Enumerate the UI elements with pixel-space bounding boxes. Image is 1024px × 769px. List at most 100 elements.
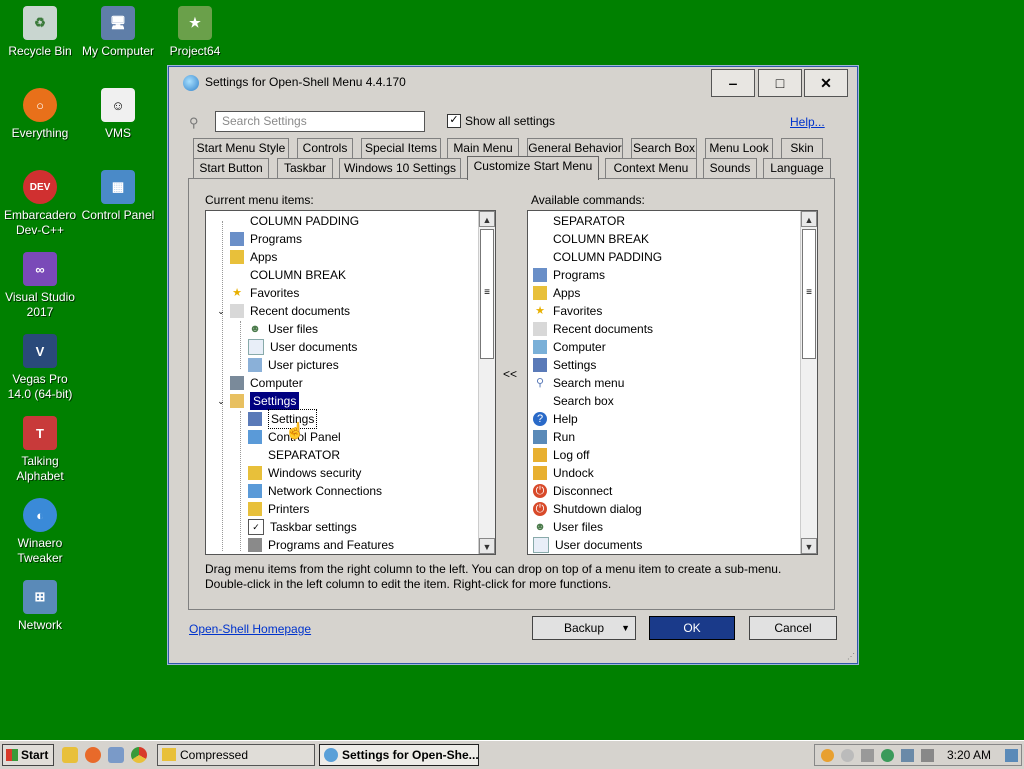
scrollbar[interactable]: ▲ ≡ ▼ — [800, 211, 817, 554]
tab-start-menu-style[interactable]: Start Menu Style — [193, 138, 289, 158]
list-item[interactable]: Programs and Features — [248, 536, 394, 554]
tab-skin[interactable]: Skin — [781, 138, 823, 158]
desktop-icon-vms[interactable]: ☺ VMS — [78, 88, 158, 141]
tab-context-menu[interactable]: Context Menu — [605, 158, 697, 178]
desktop-icon-everything[interactable]: ○ Everything — [0, 88, 80, 141]
desktop-icon-devcpp[interactable]: DEV Embarcadero Dev-C++ — [0, 170, 80, 238]
shield-icon[interactable] — [861, 749, 874, 762]
start-button[interactable]: Start — [2, 744, 54, 766]
desktop-icon-control-panel[interactable]: ▦ Control Panel — [78, 170, 158, 223]
list-item[interactable]: Recent documents — [533, 320, 653, 338]
tab-special-items[interactable]: Special Items — [361, 138, 441, 158]
scroll-up-button[interactable]: ▲ — [479, 211, 495, 227]
firefox-icon[interactable] — [85, 747, 101, 763]
show-all-checkbox[interactable]: ✓ — [447, 114, 461, 128]
network-icon[interactable] — [901, 749, 914, 762]
cancel-button[interactable]: Cancel — [749, 616, 837, 640]
list-item[interactable]: User documents — [248, 338, 357, 356]
search-icon[interactable] — [821, 749, 834, 762]
scroll-thumb[interactable]: ≡ — [480, 229, 494, 359]
list-item[interactable]: ☻ User files — [533, 518, 603, 536]
taskbar-item-settings[interactable]: Settings for Open-She... — [319, 744, 479, 766]
list-item[interactable]: Computer — [533, 338, 606, 356]
show-all-settings[interactable]: ✓ Show all settings — [447, 114, 555, 128]
cloud-icon[interactable] — [841, 749, 854, 762]
desktop-icon-talking-alphabet[interactable]: T Talking Alphabet — [0, 416, 80, 484]
list-item[interactable]: User documents — [533, 536, 642, 554]
list-item[interactable]: Undock — [533, 464, 594, 482]
list-item[interactable]: SEPARATOR — [268, 446, 340, 464]
chrome-icon[interactable] — [131, 747, 147, 763]
tab-start-button[interactable]: Start Button — [193, 158, 269, 178]
list-item[interactable]: Settings — [248, 409, 318, 429]
ok-button[interactable]: OK — [649, 616, 735, 640]
list-item[interactable]: ★ Favorites — [533, 302, 602, 320]
title-bar[interactable]: Settings for Open-Shell Menu 4.4.170 ‒ □… — [169, 67, 857, 97]
keyboard-icon[interactable] — [108, 747, 124, 763]
desktop-icon-visual-studio[interactable]: ∞ Visual Studio 2017 — [0, 252, 80, 320]
list-item[interactable]: Programs — [230, 230, 302, 248]
list-item[interactable]: COLUMN PADDING — [553, 248, 662, 266]
scroll-thumb[interactable]: ≡ — [802, 229, 816, 359]
file-explorer-icon[interactable] — [62, 747, 78, 763]
desktop-icon-vegas-pro[interactable]: V Vegas Pro 14.0 (64-bit) — [0, 334, 80, 402]
taskbar-item-compressed[interactable]: Compressed — [157, 744, 315, 766]
list-item[interactable]: ★ Favorites — [230, 284, 299, 302]
clock[interactable]: 3:20 AM — [947, 748, 991, 762]
list-item[interactable]: Run — [533, 428, 575, 446]
list-item[interactable]: ⏻ Disconnect — [533, 482, 612, 500]
list-item[interactable]: SEPARATOR — [553, 212, 625, 230]
list-item[interactable]: ☻ User files — [248, 320, 318, 338]
scroll-down-button[interactable]: ▼ — [479, 538, 495, 554]
desktop-icon-winaero[interactable]: ◐ Winaero Tweaker — [0, 498, 80, 566]
desktop-icon-project64[interactable]: ★ Project64 — [155, 6, 235, 59]
list-item[interactable]: User pictures — [248, 356, 339, 374]
list-item[interactable]: ⚲ Search menu — [533, 374, 624, 392]
tab-windows-10-settings[interactable]: Windows 10 Settings — [339, 158, 461, 178]
current-menu-list[interactable]: COLUMN PADDING Programs Apps COLUMN BREA… — [205, 210, 496, 555]
tab-controls[interactable]: Controls — [297, 138, 353, 158]
desktop-icon-my-computer[interactable]: 🖥 My Computer — [78, 6, 158, 59]
volume-icon[interactable] — [921, 749, 934, 762]
tab-main-menu[interactable]: Main Menu — [447, 138, 519, 158]
list-item[interactable]: ⌄ Settings — [216, 392, 300, 410]
list-item[interactable]: Apps — [533, 284, 580, 302]
search-input[interactable]: Search Settings — [215, 111, 425, 132]
minimize-button[interactable]: ‒ — [711, 69, 755, 97]
resize-grip-icon[interactable]: ⋰ — [847, 652, 855, 661]
list-item[interactable]: COLUMN BREAK — [250, 266, 346, 284]
desktop-icon-network[interactable]: ⊞ Network — [0, 580, 80, 633]
homepage-link[interactable]: Open-Shell Homepage — [189, 622, 311, 636]
backup-button[interactable]: Backup ▼ — [532, 616, 636, 640]
list-item[interactable]: Settings — [533, 356, 596, 374]
desktop-icon-recycle-bin[interactable]: ♻ Recycle Bin — [0, 6, 80, 59]
list-item[interactable]: ✓ Taskbar settings — [248, 518, 357, 536]
list-item[interactable]: Windows security — [248, 464, 361, 482]
list-item[interactable]: COLUMN BREAK — [553, 230, 649, 248]
list-item[interactable]: Network Connections — [248, 482, 382, 500]
tab-menu-look[interactable]: Menu Look — [705, 138, 773, 158]
list-item[interactable]: ⌄ Recent documents — [216, 302, 350, 320]
list-item[interactable]: Programs — [533, 266, 605, 284]
list-item[interactable]: Computer — [230, 374, 303, 392]
scroll-down-button[interactable]: ▼ — [801, 538, 817, 554]
list-item[interactable]: Log off — [533, 446, 589, 464]
tab-search-box[interactable]: Search Box — [631, 138, 697, 158]
list-item[interactable]: Printers — [248, 500, 309, 518]
list-item[interactable]: Apps — [230, 248, 277, 266]
move-left-button[interactable]: << — [503, 367, 517, 381]
tab-language[interactable]: Language — [763, 158, 831, 178]
close-button[interactable]: ✕ — [804, 69, 848, 97]
globe-icon[interactable] — [881, 749, 894, 762]
scrollbar[interactable]: ▲ ≡ ▼ — [478, 211, 495, 554]
list-item[interactable]: Search box — [553, 392, 614, 410]
scroll-up-button[interactable]: ▲ — [801, 211, 817, 227]
tab-taskbar[interactable]: Taskbar — [277, 158, 333, 178]
show-desktop-icon[interactable] — [1005, 749, 1018, 762]
maximize-button[interactable]: □ — [758, 69, 802, 97]
tab-sounds[interactable]: Sounds — [703, 158, 757, 178]
help-link[interactable]: Help... — [790, 115, 825, 129]
list-item[interactable]: COLUMN PADDING — [250, 212, 359, 230]
list-item[interactable]: ⏻ Shutdown dialog — [533, 500, 642, 518]
tab-general-behavior[interactable]: General Behavior — [527, 138, 623, 158]
